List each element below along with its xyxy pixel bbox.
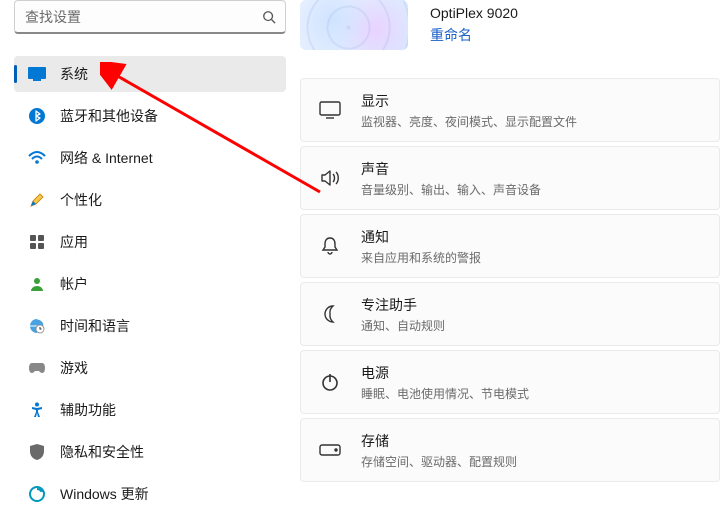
settings-cards: 显示 监视器、亮度、夜间模式、显示配置文件 声音 音量级别、输出、输入、声音设备: [300, 78, 720, 482]
sidebar-item-label: 游戏: [60, 358, 88, 378]
bell-icon: [319, 235, 341, 257]
display-icon: [319, 99, 341, 121]
rename-link[interactable]: 重命名: [430, 25, 518, 45]
update-icon: [28, 485, 46, 503]
sidebar-item-time[interactable]: 时间和语言: [14, 308, 286, 344]
device-thumbnail: [300, 0, 408, 50]
sidebar-item-update[interactable]: Windows 更新: [14, 476, 286, 512]
device-header: OptiPlex 9020 重命名: [300, 0, 720, 50]
sidebar-item-accounts[interactable]: 帐户: [14, 266, 286, 302]
card-sub: 通知、自动规则: [361, 317, 445, 334]
card-title: 电源: [361, 363, 529, 383]
card-title: 专注助手: [361, 295, 445, 315]
card-power[interactable]: 电源 睡眠、电池使用情况、节电模式: [300, 350, 720, 414]
device-model: OptiPlex 9020: [430, 5, 518, 21]
card-sub: 监视器、亮度、夜间模式、显示配置文件: [361, 113, 577, 130]
card-sub: 睡眠、电池使用情况、节电模式: [361, 385, 529, 402]
sound-icon: [319, 167, 341, 189]
sidebar-item-label: 应用: [60, 232, 88, 252]
accessibility-icon: [28, 401, 46, 419]
sidebar-item-label: 时间和语言: [60, 316, 130, 336]
wifi-icon: [28, 149, 46, 167]
sidebar-item-apps[interactable]: 应用: [14, 224, 286, 260]
search-input[interactable]: [14, 0, 286, 34]
system-icon: [28, 65, 46, 83]
sidebar-item-privacy[interactable]: 隐私和安全性: [14, 434, 286, 470]
moon-icon: [319, 303, 341, 325]
card-sound[interactable]: 声音 音量级别、输出、输入、声音设备: [300, 146, 720, 210]
sidebar-item-label: Windows 更新: [60, 484, 149, 504]
card-title: 声音: [361, 159, 541, 179]
search-icon: [262, 10, 276, 24]
bluetooth-icon: [28, 107, 46, 125]
gamepad-icon: [28, 359, 46, 377]
card-title: 显示: [361, 91, 577, 111]
sidebar-nav: 系统 蓝牙和其他设备 网络 & Internet 个性化: [14, 56, 286, 512]
paintbrush-icon: [28, 191, 46, 209]
sidebar-item-label: 隐私和安全性: [60, 442, 144, 462]
card-notifications[interactable]: 通知 来自应用和系统的警报: [300, 214, 720, 278]
card-focus[interactable]: 专注助手 通知、自动规则: [300, 282, 720, 346]
sidebar-item-label: 蓝牙和其他设备: [60, 106, 158, 126]
sidebar-item-system[interactable]: 系统: [14, 56, 286, 92]
sidebar-item-accessibility[interactable]: 辅助功能: [14, 392, 286, 428]
clock-globe-icon: [28, 317, 46, 335]
sidebar-item-label: 帐户: [60, 274, 88, 294]
storage-icon: [319, 439, 341, 461]
card-display[interactable]: 显示 监视器、亮度、夜间模式、显示配置文件: [300, 78, 720, 142]
power-icon: [319, 371, 341, 393]
person-icon: [28, 275, 46, 293]
card-storage[interactable]: 存储 存储空间、驱动器、配置规则: [300, 418, 720, 482]
sidebar-item-label: 系统: [60, 64, 88, 84]
sidebar-item-label: 网络 & Internet: [60, 148, 153, 168]
card-sub: 来自应用和系统的警报: [361, 249, 481, 266]
shield-icon: [28, 443, 46, 461]
sidebar-item-bluetooth[interactable]: 蓝牙和其他设备: [14, 98, 286, 134]
sidebar-item-personalize[interactable]: 个性化: [14, 182, 286, 218]
sidebar-item-gaming[interactable]: 游戏: [14, 350, 286, 386]
sidebar-item-network[interactable]: 网络 & Internet: [14, 140, 286, 176]
sidebar-item-label: 辅助功能: [60, 400, 116, 420]
card-title: 存储: [361, 431, 517, 451]
card-sub: 音量级别、输出、输入、声音设备: [361, 181, 541, 198]
apps-icon: [28, 233, 46, 251]
sidebar-item-label: 个性化: [60, 190, 102, 210]
card-title: 通知: [361, 227, 481, 247]
card-sub: 存储空间、驱动器、配置规则: [361, 453, 517, 470]
